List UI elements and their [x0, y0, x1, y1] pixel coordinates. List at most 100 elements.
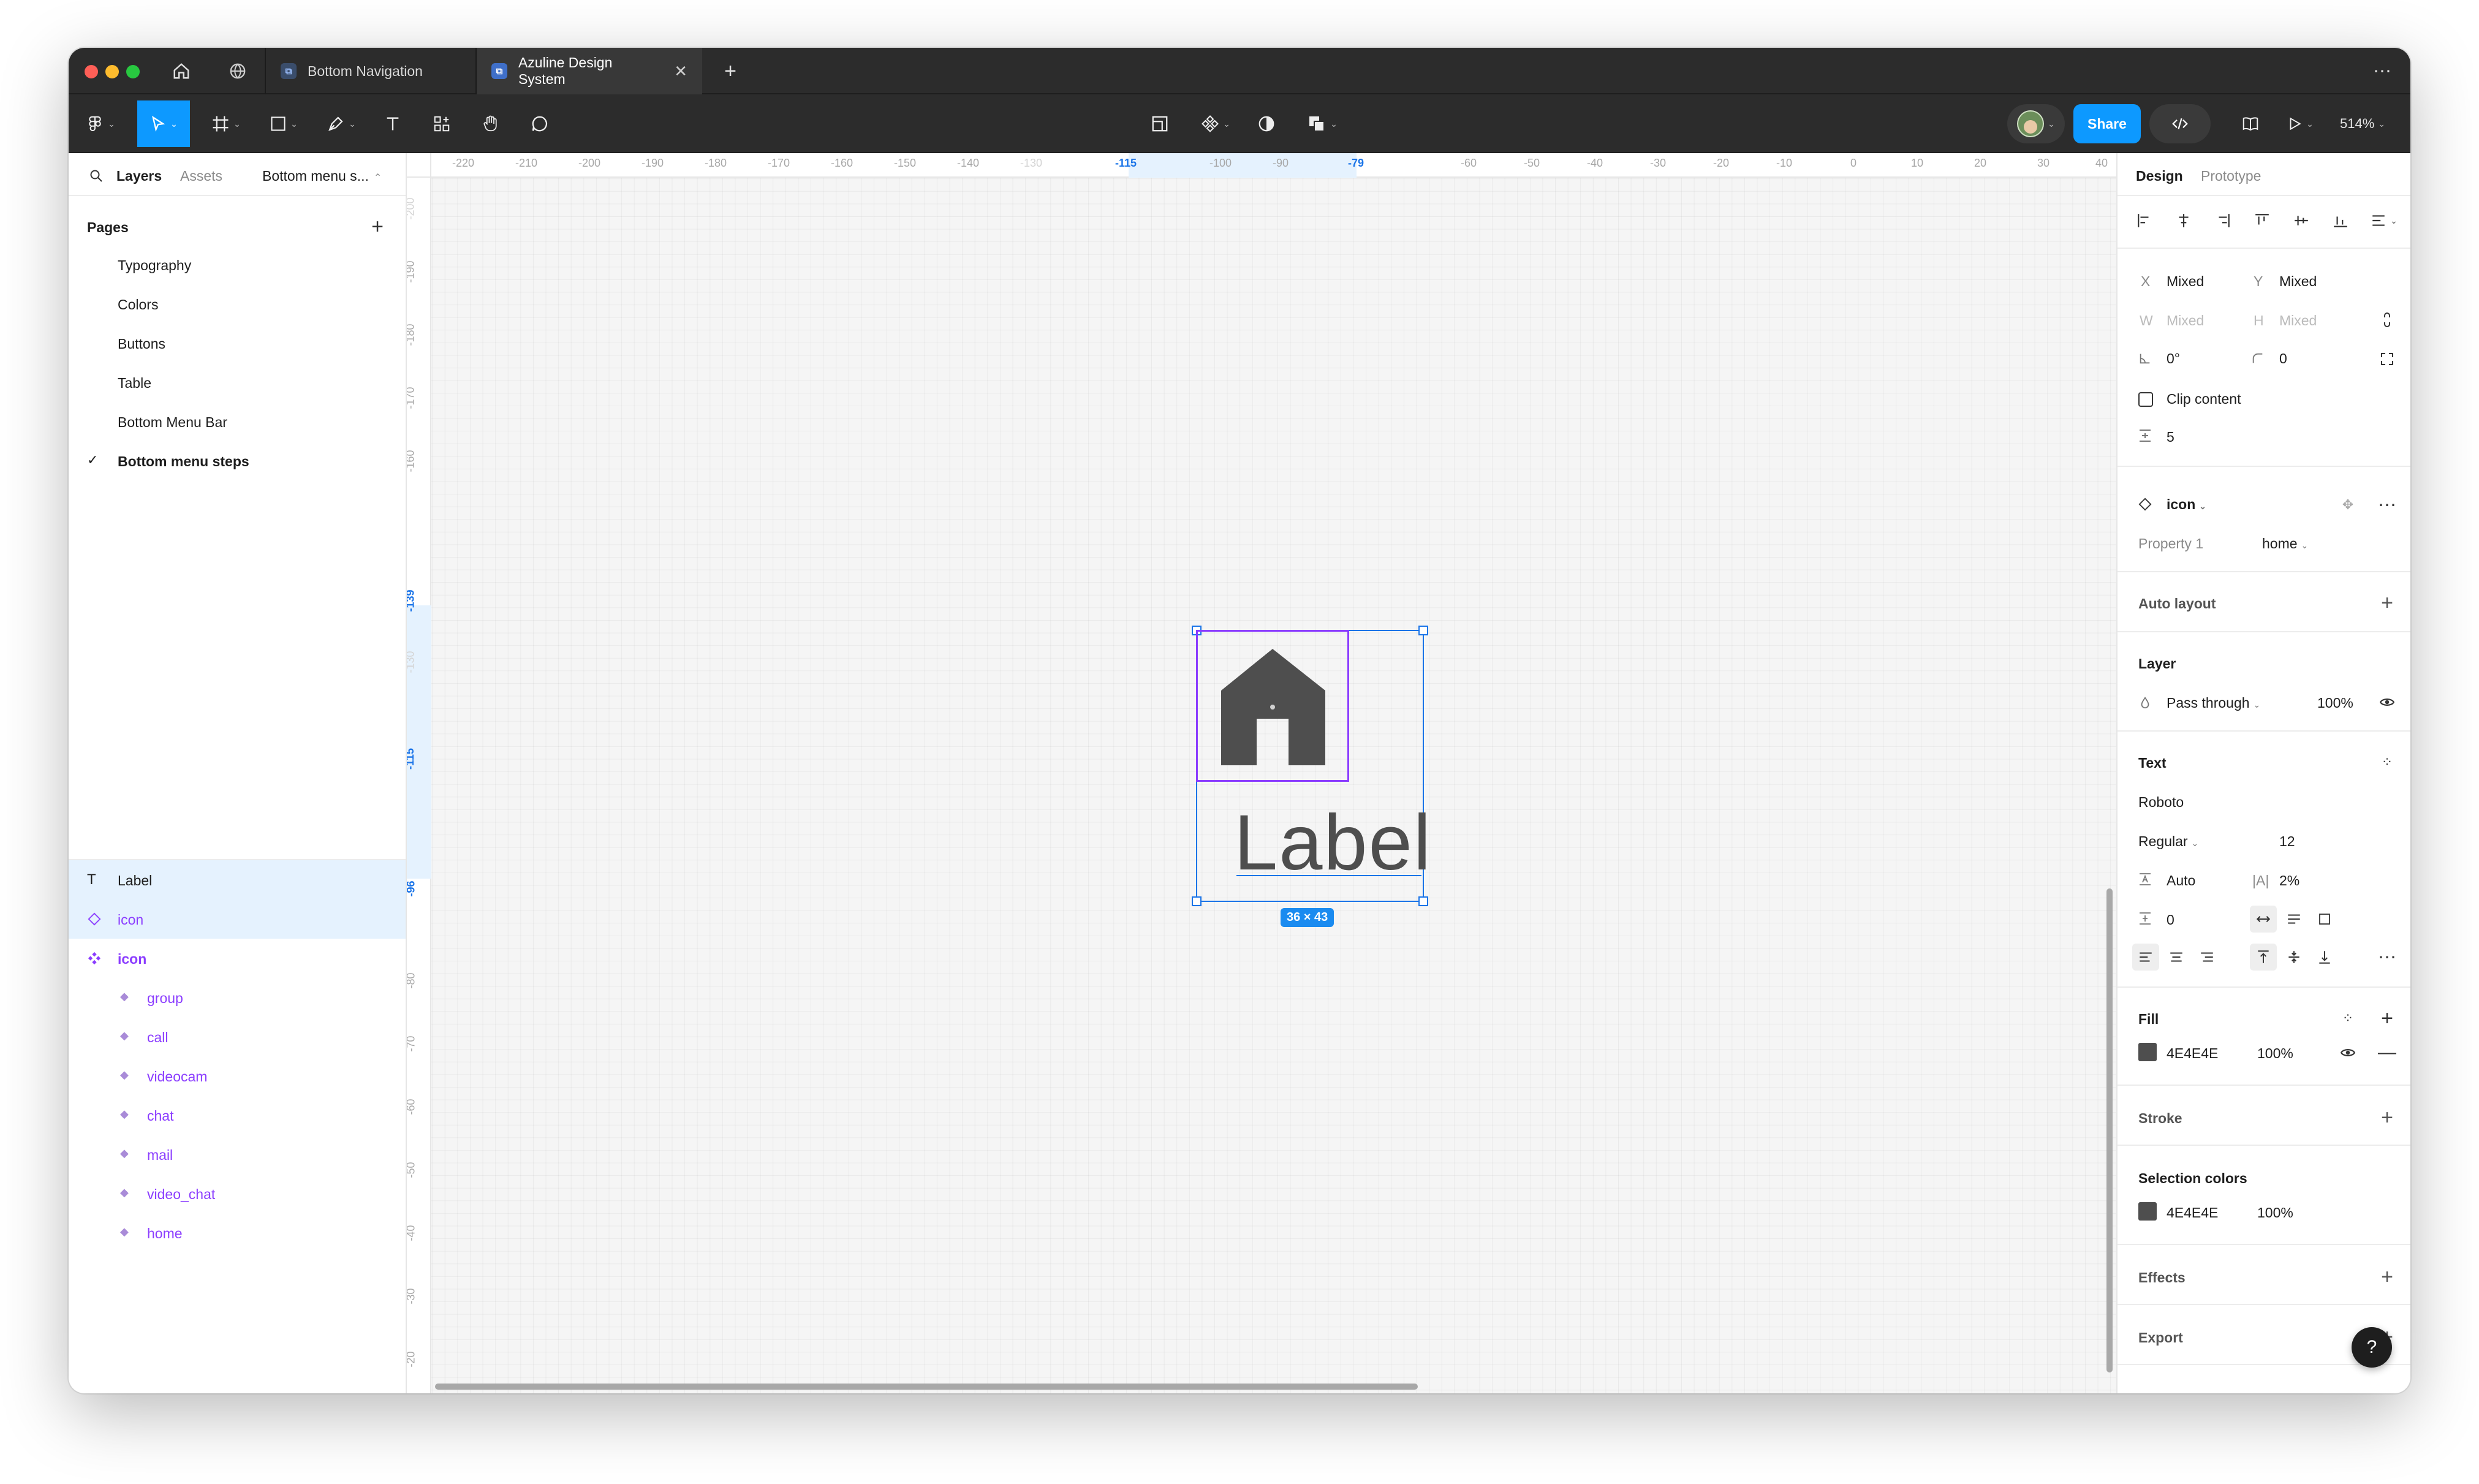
go-to-main-component-icon[interactable]: ✥: [2336, 493, 2360, 517]
help-button[interactable]: ?: [2352, 1327, 2392, 1368]
tab-layers[interactable]: Layers: [116, 168, 162, 184]
paragraph-spacing-input[interactable]: 0: [2167, 912, 2174, 928]
page-item-typography[interactable]: Typography: [69, 245, 406, 284]
add-fill-button[interactable]: +: [2375, 1006, 2399, 1031]
selection-color-swatch[interactable]: [2138, 1202, 2157, 1221]
tab-bottom-navigation[interactable]: ⧉ Bottom Navigation: [265, 48, 475, 94]
minimize-window-button[interactable]: [105, 65, 119, 78]
text-align-center-icon[interactable]: [2163, 944, 2190, 971]
resources-button[interactable]: [426, 105, 457, 142]
fill-swatch[interactable]: [2138, 1043, 2157, 1061]
align-text-middle-icon[interactable]: [2280, 944, 2307, 971]
tab-assets[interactable]: Assets: [180, 168, 222, 184]
fill-styles-icon[interactable]: ⁘: [2336, 1006, 2360, 1031]
close-window-button[interactable]: [85, 65, 98, 78]
page-item-table[interactable]: Table: [69, 363, 406, 402]
dev-mode-toggle[interactable]: [2149, 104, 2211, 143]
align-horizontal-center-icon[interactable]: [2171, 208, 2196, 233]
tab-azuline-design-system[interactable]: ⧉ Azuline Design System ✕: [475, 48, 702, 94]
text-align-left-icon[interactable]: [2132, 944, 2159, 971]
page-item-bottom-menu-steps[interactable]: ✓ Bottom menu steps: [69, 441, 406, 480]
layer-row-variant[interactable]: ◆ video_chat: [69, 1174, 406, 1213]
rotation-input[interactable]: 0°: [2167, 350, 2180, 367]
spacing-input[interactable]: 5: [2167, 429, 2174, 445]
layer-row-icon-component-set[interactable]: icon: [69, 939, 406, 978]
tab-design[interactable]: Design: [2136, 168, 2183, 184]
layer-row-label[interactable]: T Label: [69, 860, 406, 899]
align-text-bottom-icon[interactable]: [2311, 944, 2338, 971]
share-button[interactable]: Share: [2073, 104, 2141, 143]
y-input[interactable]: Mixed: [2279, 273, 2317, 290]
remove-fill-button[interactable]: —: [2375, 1040, 2399, 1065]
layer-row-variant[interactable]: ◆ call: [69, 1017, 406, 1056]
add-stroke-button[interactable]: +: [2375, 1105, 2399, 1130]
frame-tool-button[interactable]: ⌄: [205, 105, 248, 142]
vertical-scrollbar[interactable]: [2106, 888, 2113, 1372]
fixed-size-icon[interactable]: [2311, 906, 2338, 933]
align-right-icon[interactable]: [2211, 208, 2235, 233]
page-selector[interactable]: Bottom menu s... ⌃: [262, 168, 382, 184]
page-item-colors[interactable]: Colors: [69, 284, 406, 324]
eye-icon[interactable]: [2375, 690, 2399, 714]
align-left-icon[interactable]: [2132, 208, 2157, 233]
layer-row-variant[interactable]: ◆ chat: [69, 1096, 406, 1135]
text-tool-button[interactable]: [377, 105, 408, 142]
align-top-icon[interactable]: [2250, 208, 2274, 233]
contrast-icon[interactable]: [1251, 105, 1282, 142]
selection-color-hex[interactable]: 4E4E4E: [2167, 1205, 2218, 1221]
multiplayer-avatar-button[interactable]: ⌄: [2007, 104, 2065, 143]
label-text-layer[interactable]: Label: [1234, 804, 1432, 882]
property-select[interactable]: home ⌄: [2262, 536, 2308, 552]
corner-radius-input[interactable]: 0: [2279, 350, 2287, 367]
font-size-input[interactable]: 12: [2279, 833, 2295, 850]
crop-tool-button[interactable]: [1145, 105, 1175, 142]
add-effect-button[interactable]: +: [2375, 1265, 2399, 1289]
page-item-buttons[interactable]: Buttons: [69, 324, 406, 363]
letter-spacing-input[interactable]: 2%: [2279, 873, 2299, 889]
comment-tool-button[interactable]: [524, 105, 555, 142]
zoom-menu[interactable]: 514% ⌄: [2332, 105, 2393, 142]
maximize-window-button[interactable]: [126, 65, 140, 78]
more-text-options-icon[interactable]: ⋯: [2375, 945, 2399, 969]
independent-corners-icon[interactable]: [2375, 347, 2399, 371]
main-menu-button[interactable]: ⌄: [82, 105, 119, 142]
pen-tool-button[interactable]: ⌄: [320, 105, 363, 142]
blend-mode-select[interactable]: Pass through ⌄: [2167, 695, 2260, 711]
hand-tool-button[interactable]: [475, 105, 506, 142]
move-tool-button[interactable]: ⌄: [137, 100, 190, 147]
text-styles-icon[interactable]: ⁘: [2375, 750, 2399, 774]
component-tools-button[interactable]: ⌄: [1191, 105, 1240, 142]
clip-content-checkbox[interactable]: [2138, 392, 2153, 407]
align-vertical-center-icon[interactable]: [2289, 208, 2314, 233]
resize-handle[interactable]: [1418, 896, 1428, 906]
font-family-select[interactable]: Roboto: [2138, 794, 2184, 811]
new-tab-button[interactable]: +: [718, 59, 743, 83]
eye-icon[interactable]: [2336, 1040, 2360, 1065]
layer-row-variant[interactable]: ◆ videocam: [69, 1056, 406, 1096]
align-text-top-icon[interactable]: [2250, 944, 2277, 971]
resize-handle[interactable]: [1192, 896, 1202, 906]
shape-tool-button[interactable]: ⌄: [262, 105, 305, 142]
w-input[interactable]: Mixed: [2167, 312, 2204, 329]
layer-row-variant[interactable]: ◆ group: [69, 978, 406, 1017]
layer-row-icon-instance[interactable]: icon: [69, 899, 406, 939]
more-options-icon[interactable]: ⋯: [2375, 493, 2399, 517]
page-item-bottom-menu-bar[interactable]: Bottom Menu Bar: [69, 402, 406, 441]
layer-opacity-input[interactable]: 100%: [2317, 695, 2353, 711]
more-menu-icon[interactable]: ⋯: [2370, 59, 2394, 83]
x-input[interactable]: Mixed: [2167, 273, 2204, 290]
line-height-input[interactable]: Auto: [2167, 873, 2195, 889]
fill-opacity-input[interactable]: 100%: [2257, 1045, 2293, 1062]
selection-color-opacity[interactable]: 100%: [2257, 1205, 2293, 1221]
auto-height-icon[interactable]: [2280, 906, 2307, 933]
search-icon[interactable]: [87, 167, 105, 185]
library-icon[interactable]: [2235, 105, 2266, 142]
align-bottom-icon[interactable]: [2328, 208, 2353, 233]
fill-hex-input[interactable]: 4E4E4E: [2167, 1045, 2218, 1062]
h-input[interactable]: Mixed: [2279, 312, 2317, 329]
component-name-menu[interactable]: icon ⌄: [2167, 496, 2206, 513]
home-icon[interactable]: [169, 59, 194, 83]
present-button[interactable]: ⌄: [2282, 105, 2318, 142]
distribute-menu-icon[interactable]: ⌄: [2367, 208, 2401, 233]
constrain-proportions-icon[interactable]: [2375, 308, 2399, 332]
